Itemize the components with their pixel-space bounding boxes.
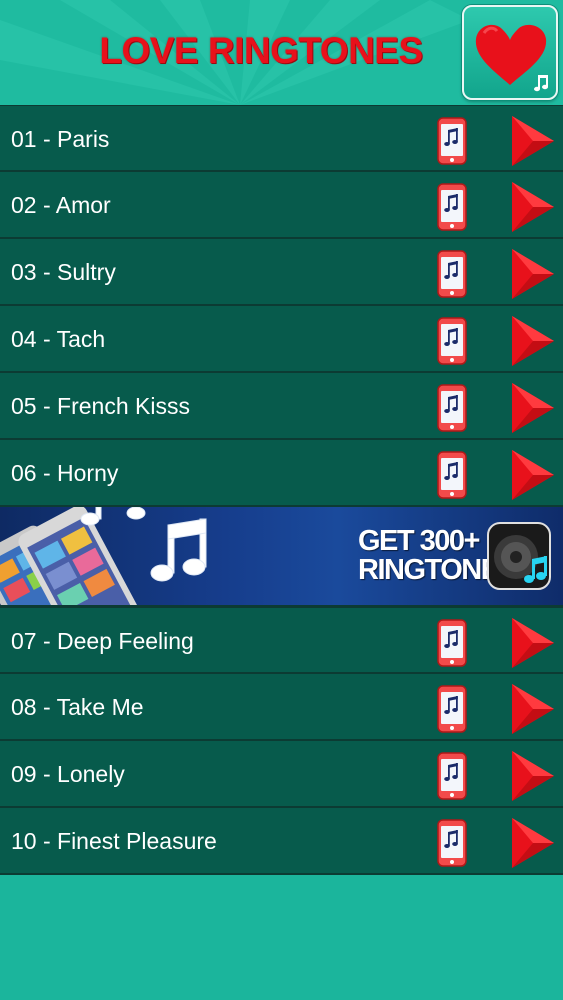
speaker-music-icon [487, 522, 551, 590]
set-ringtone-icon[interactable] [435, 182, 469, 232]
set-ringtone-icon[interactable] [435, 249, 469, 299]
ringtone-title: 01 - Paris [11, 126, 110, 152]
ringtone-title: 07 - Deep Feeling [11, 628, 194, 654]
phones-music-notes-art [0, 507, 207, 605]
ringtone-title: 02 - Amor [11, 192, 111, 218]
favorites-button[interactable] [462, 5, 558, 100]
ringtone-title: 10 - Finest Pleasure [11, 828, 217, 854]
ringtone-row[interactable]: 08 - Take Me [0, 674, 563, 741]
play-icon[interactable] [508, 314, 556, 368]
banner-line-2: RINGTONES [358, 554, 518, 586]
set-ringtone-icon[interactable] [435, 751, 469, 801]
ringtone-row[interactable]: 10 - Finest Pleasure [0, 808, 563, 875]
ringtone-row[interactable]: 07 - Deep Feeling [0, 607, 563, 674]
set-ringtone-icon[interactable] [435, 818, 469, 868]
ringtone-title: 05 - French Kisss [11, 393, 190, 419]
set-ringtone-icon[interactable] [435, 383, 469, 433]
ringtone-row[interactable]: 09 - Lonely [0, 741, 563, 808]
heart-music-icon [475, 24, 548, 92]
play-icon[interactable] [508, 114, 556, 168]
ringtone-row[interactable]: 06 - Horny [0, 440, 563, 507]
ringtone-row[interactable]: 01 - Paris [0, 105, 563, 172]
ringtone-title: 06 - Horny [11, 460, 119, 486]
play-icon[interactable] [508, 180, 556, 234]
play-icon[interactable] [508, 749, 556, 803]
set-ringtone-icon[interactable] [435, 316, 469, 366]
play-icon[interactable] [508, 448, 556, 502]
banner-line-1: GET 300+ [358, 525, 481, 557]
set-ringtone-icon[interactable] [435, 684, 469, 734]
play-icon[interactable] [508, 247, 556, 301]
ringtone-title: 08 - Take Me [11, 694, 144, 720]
play-icon[interactable] [508, 682, 556, 736]
ringtone-title: 04 - Tach [11, 326, 106, 352]
ad-banner[interactable]: GET 300+ RINGTONES [0, 507, 563, 607]
ringtone-title: 03 - Sultry [11, 259, 116, 285]
ringtone-row[interactable]: 05 - French Kisss [0, 373, 563, 440]
app-header: LOVE RINGTONES [0, 0, 563, 105]
play-icon[interactable] [508, 381, 556, 435]
play-icon[interactable] [508, 816, 556, 870]
set-ringtone-icon[interactable] [435, 618, 469, 668]
ringtone-list: 01 - Paris 02 - Amor 03 - Sultry 04 - Ta… [0, 105, 563, 875]
ringtone-row[interactable]: 04 - Tach [0, 306, 563, 373]
ringtone-row[interactable]: 03 - Sultry [0, 239, 563, 306]
set-ringtone-icon[interactable] [435, 450, 469, 500]
set-ringtone-icon[interactable] [435, 116, 469, 166]
page-title: LOVE RINGTONES [99, 30, 423, 71]
play-icon[interactable] [508, 616, 556, 670]
ringtone-row[interactable]: 02 - Amor [0, 172, 563, 239]
ringtone-title: 09 - Lonely [11, 761, 125, 787]
banner-text: GET 300+ RINGTONES [358, 525, 518, 586]
